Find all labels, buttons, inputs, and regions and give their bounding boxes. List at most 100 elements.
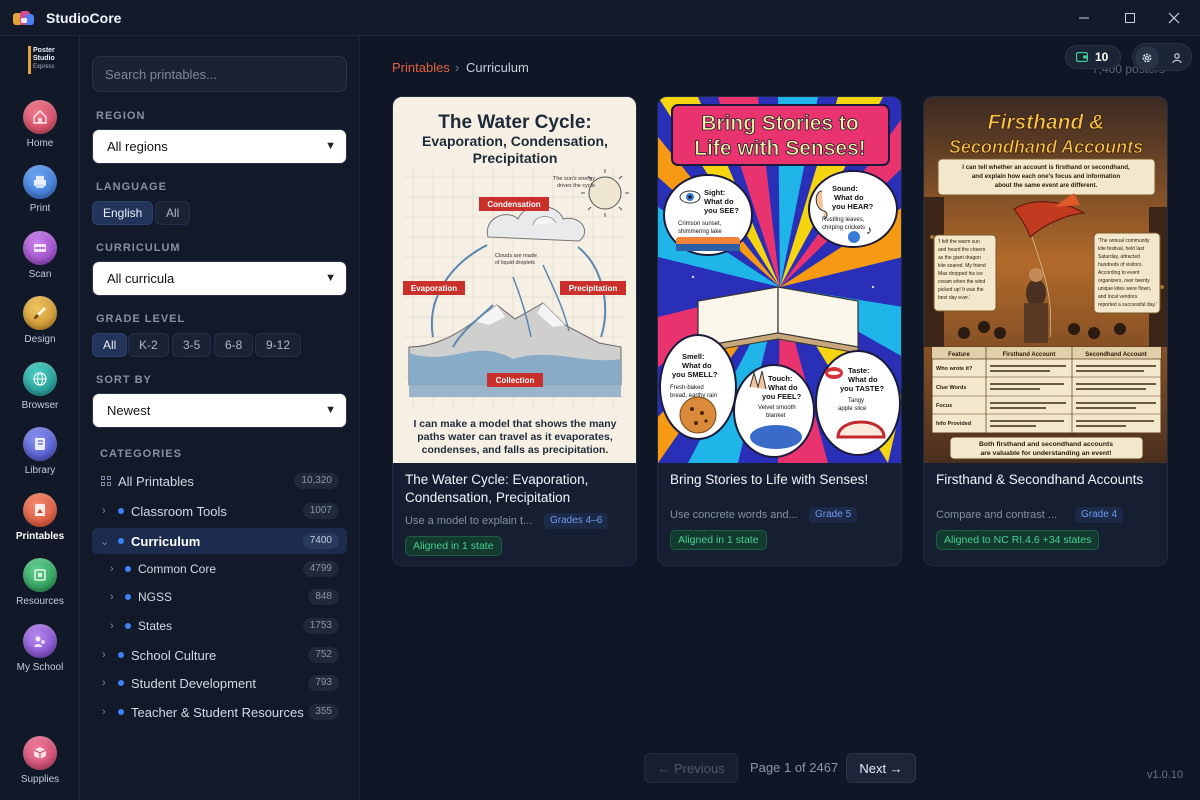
previous-page-button[interactable]: ← Previous: [644, 753, 738, 783]
printable-card-accounts[interactable]: Firsthand & Secondhand Accounts I can te…: [923, 96, 1168, 566]
sense-text: you FEEL?: [762, 392, 802, 401]
main-content: Printables › Curriculum 7,400 posters 10…: [360, 36, 1200, 800]
category-count: 10,320: [294, 473, 339, 489]
poster-thumbnail: Bring Stories to Life with Senses! Sight…: [658, 97, 901, 463]
category-states[interactable]: › States 1753: [92, 613, 347, 639]
school-icon: [23, 624, 57, 658]
minimize-icon: [1079, 17, 1089, 19]
next-page-button[interactable]: Next →: [846, 753, 916, 783]
category-all-printables[interactable]: All Printables 10,320: [92, 468, 347, 494]
printables-icon: [23, 493, 57, 527]
category-curriculum[interactable]: ⌄ Curriculum 7400: [92, 528, 347, 554]
rail-item-scan[interactable]: Scan: [0, 231, 80, 291]
card-description: Use concrete words and...: [670, 509, 798, 521]
language-option-english[interactable]: English: [92, 201, 154, 225]
chevron-down-icon: ▼: [325, 272, 336, 284]
grade-option-k-2[interactable]: K-2: [128, 333, 169, 357]
quote-text: Saturday, attracted: [1098, 254, 1140, 260]
chevron-right-icon: ›: [102, 677, 106, 689]
category-dot: [118, 709, 124, 715]
curriculum-select[interactable]: All curricula ▼: [92, 261, 347, 296]
rail-item-printables[interactable]: Printables: [0, 493, 80, 553]
sense-text: shimmering lake: [678, 229, 722, 235]
app-title: StudioCore: [46, 10, 122, 26]
quote-text: 'The annual community: [1098, 238, 1150, 244]
grade-badge: Grade 5: [809, 507, 858, 523]
sense-text: you HEAR?: [832, 202, 874, 211]
rail-item-my-school[interactable]: My School: [0, 624, 80, 684]
user-button[interactable]: [1165, 46, 1189, 70]
rail-item-resources[interactable]: Resources: [0, 558, 80, 618]
grade-option-6-8[interactable]: 6-8: [214, 333, 254, 357]
rail-item-supplies[interactable]: Supplies: [0, 736, 80, 796]
region-select[interactable]: All regions ▼: [92, 129, 347, 164]
supplies-icon: [23, 736, 57, 770]
breadcrumb-curriculum: Curriculum: [466, 60, 529, 75]
poster-heading: Life with Senses!: [694, 137, 866, 160]
language-option-all[interactable]: All: [155, 201, 191, 225]
toolbar-group: [1132, 43, 1192, 71]
category-common-core[interactable]: › Common Core 4799: [92, 556, 347, 582]
poster-label: Evaporation: [411, 284, 457, 293]
poster-heading: Evaporation, Condensation,: [422, 133, 608, 149]
sense-text: What do: [768, 383, 798, 392]
rail-item-design[interactable]: Design: [0, 296, 80, 356]
sense-text: Sound:: [832, 184, 858, 193]
settings-button[interactable]: [1135, 46, 1159, 70]
category-count: 752: [308, 647, 339, 663]
chevron-right-icon: ›: [110, 563, 114, 575]
rail-label-printables: Printables: [15, 531, 65, 542]
grade-level-label: GRADE LEVEL: [96, 313, 186, 325]
category-classroom-tools[interactable]: › Classroom Tools 1007: [92, 498, 347, 524]
sort-select[interactable]: Newest ▼: [92, 393, 347, 428]
category-label: Teacher & Student Resources: [131, 704, 304, 720]
rail-item-home[interactable]: Home: [0, 100, 80, 160]
card-title: The Water Cycle: Evaporation, Condensati…: [405, 472, 589, 505]
cloud-note: Clouds are made: [495, 253, 537, 259]
category-school-culture[interactable]: › School Culture 752: [92, 642, 347, 668]
card-title: Bring Stories to Life with Senses!: [670, 472, 869, 487]
category-student-development[interactable]: › Student Development 793: [92, 670, 347, 696]
minimize-button[interactable]: [1066, 6, 1102, 30]
poster-footer: paths water can travel as it evaporates,: [417, 431, 613, 443]
app-version: v1.0.10: [1147, 769, 1184, 781]
credits-badge[interactable]: 10: [1065, 45, 1121, 69]
grade-option-9-12[interactable]: 9-12: [255, 333, 302, 357]
printable-card-senses[interactable]: Bring Stories to Life with Senses! Sight…: [657, 96, 902, 566]
rail-item-library[interactable]: Library: [0, 427, 80, 487]
grade-option-all[interactable]: All: [92, 333, 128, 357]
search-input[interactable]: [92, 56, 347, 92]
sense-text: blanket: [766, 413, 786, 419]
category-count: 4799: [302, 561, 339, 577]
table-header: Feature: [948, 352, 970, 358]
globe-icon: [23, 362, 57, 396]
close-icon: [1168, 12, 1180, 24]
quote-text: picked up! It was the: [938, 287, 984, 293]
breadcrumb-printables[interactable]: Printables: [392, 60, 450, 75]
rail-item-print[interactable]: Print: [0, 165, 80, 225]
breadcrumb-separator: ›: [455, 60, 460, 75]
alignment-badge: Aligned in 1 state: [670, 530, 767, 550]
poster-footer: I can make a model that shows the many: [413, 418, 616, 430]
table-cell: Focus: [936, 403, 952, 409]
quote-text: as the giant dragon: [938, 255, 981, 261]
quote-text: kite festival, held last: [1098, 246, 1145, 252]
poster-intro: I can tell whether an account is firstha…: [962, 164, 1130, 171]
rail-label-print: Print: [29, 203, 51, 214]
maximize-button[interactable]: [1112, 6, 1148, 30]
category-teacher-student-resources[interactable]: › Teacher & Student Resources 355: [92, 699, 347, 725]
printable-card-water-cycle[interactable]: The Water Cycle: Evaporation, Condensati…: [392, 96, 637, 566]
close-button[interactable]: [1156, 6, 1192, 30]
music-note-icon: ♪: [866, 223, 872, 237]
grade-option-3-5[interactable]: 3-5: [172, 333, 212, 357]
category-label: Classroom Tools: [131, 503, 227, 519]
poster-footer: condenses, and falls as precipitation.: [422, 444, 609, 456]
category-ngss[interactable]: › NGSS 848: [92, 584, 347, 610]
grade-badge: Grade 4: [1075, 507, 1124, 523]
sense-text: Smell:: [682, 352, 705, 361]
rail-item-browser[interactable]: Browser: [0, 362, 80, 422]
sense-text: Rustling leaves,: [822, 217, 865, 223]
sort-by-label: SORT BY: [96, 374, 152, 386]
table-cell: Info Provided: [936, 421, 971, 427]
quote-text: and local vendors: [1098, 294, 1138, 300]
